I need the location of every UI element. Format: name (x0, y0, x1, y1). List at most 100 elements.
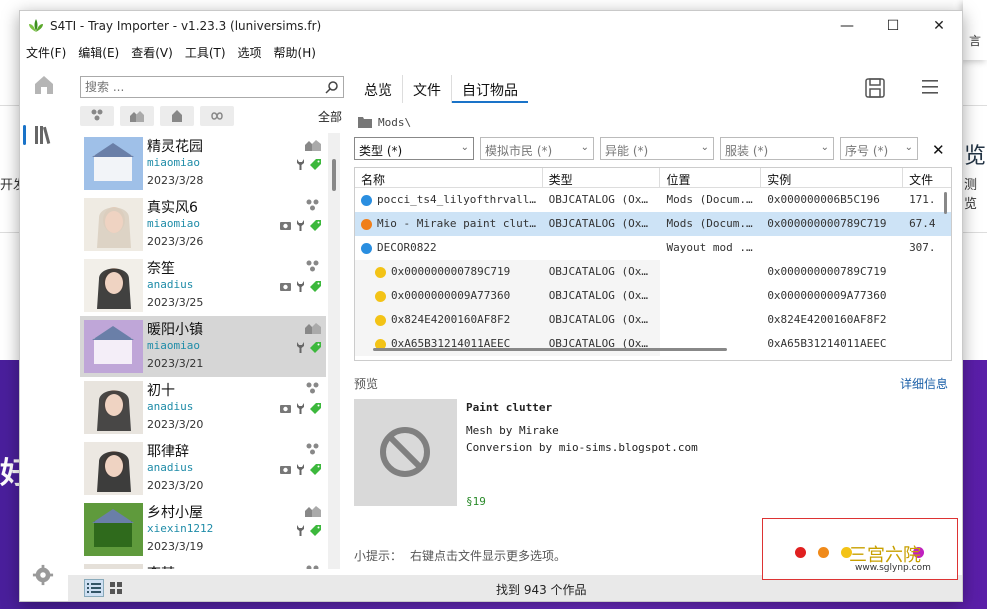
watermark: 三宫六院 www.sglynp.com (762, 518, 958, 580)
filter-all-label[interactable]: 全部 (318, 108, 342, 125)
close-button[interactable]: ✕ (916, 11, 962, 41)
tray-item[interactable]: 真实风6 miaomiao 2023/3/26 (80, 194, 326, 255)
table-row[interactable]: 0x0000000009A77360 OBJCATALOG (Ox... 0x000… (355, 284, 951, 308)
tray-item-name: 耶律辞 (147, 444, 189, 460)
search-icon[interactable] (325, 80, 339, 94)
clear-filters-close-icon[interactable]: ✕ (932, 141, 945, 159)
menu-help[interactable]: 帮助(H) (268, 41, 322, 63)
tab-custom-content[interactable]: 自订物品 (452, 75, 528, 103)
tray-item[interactable]: 奈笙 anadius 2023/3/25 (80, 255, 326, 316)
tray-item-badges (294, 157, 322, 171)
filter-infinity-button[interactable] (200, 106, 234, 126)
minimize-button[interactable]: — (824, 11, 870, 41)
filter-room-button[interactable] (160, 106, 194, 126)
list-view-button[interactable] (84, 579, 104, 597)
tray-item-author: anadius (147, 400, 194, 413)
column-header-location[interactable]: 位置 (660, 168, 762, 187)
index-filter-select[interactable]: 序号 (*) ⌄ (840, 137, 918, 160)
cell-location: Wayout mod ... (666, 241, 760, 254)
menu-options[interactable]: 选项 (232, 41, 268, 63)
tray-item-name: 李某 (147, 563, 175, 569)
preview-image (354, 399, 457, 506)
type-filter-select[interactable]: 类型 (*) ⌄ (354, 137, 474, 160)
cell-instance (761, 236, 903, 260)
tray-item-badges (279, 462, 322, 476)
chevron-down-icon: ⌄ (700, 142, 709, 153)
filter-household-button[interactable] (80, 106, 114, 126)
tray-list-scroll-thumb[interactable] (332, 159, 336, 191)
table-horizontal-scrollbar[interactable] (373, 348, 727, 351)
menu-edit[interactable]: 编辑(E) (72, 41, 125, 63)
save-icon[interactable] (864, 77, 886, 99)
filter-lot-button[interactable] (120, 106, 154, 126)
details-link[interactable]: 详细信息 (900, 375, 948, 392)
menu-view[interactable]: 查看(V) (125, 41, 179, 63)
tray-list-scrollbar[interactable] (328, 133, 340, 569)
cell-file (903, 332, 951, 356)
table-vertical-scrollbar[interactable] (944, 192, 947, 214)
title-bar[interactable]: S4TI - Tray Importer - v1.23.3 (lunivers… (20, 11, 962, 41)
custom-content-filters: 类型 (*) ⌄ 模拟市民 (*) ⌄ 异能 (*) ⌄ 服装 (*) ⌄ 序号 (*)… (354, 137, 918, 161)
settings-gear-icon[interactable] (32, 564, 54, 586)
tray-item[interactable]: 李某 (80, 560, 326, 569)
column-header-type[interactable]: 类型 (543, 168, 661, 187)
lot-icon (305, 323, 321, 334)
sim-filter-value: 模拟市民 (*) (485, 144, 553, 158)
library-icon[interactable] (32, 123, 56, 147)
tray-item-badges (294, 523, 322, 537)
search-input[interactable] (81, 77, 311, 97)
table-row[interactable]: DECOR0822 Wayout mod ... 307. (355, 236, 951, 260)
household-icon (306, 260, 319, 272)
cell-file (903, 284, 951, 308)
table-row[interactable]: Mio - Mirake paint clutter OBJCATALOG (Ox… (355, 212, 951, 236)
tray-filter-bar (80, 106, 234, 126)
tray-item-date: 2023/3/20 (147, 418, 204, 431)
column-header-file[interactable]: 文件 (903, 168, 951, 187)
tray-item[interactable]: 精灵花园 miaomiao 2023/3/28 (80, 133, 326, 194)
tab-files[interactable]: 文件 (403, 75, 452, 103)
tray-item-author: miaomiao (147, 156, 200, 169)
menu-tools[interactable]: 工具(T) (179, 41, 232, 63)
cell-instance: 0x000000000789C719 (767, 265, 887, 278)
table-row[interactable]: 0x000000000789C719 OBJCATALOG (Ox... 0x000… (355, 260, 951, 284)
status-dot-icon (375, 290, 386, 302)
tray-item-name: 奈笙 (147, 261, 175, 277)
cell-instance: 0x0000000009A77360 (767, 289, 887, 302)
tray-item[interactable]: 暖阳小镇 miaomiao 2023/3/21 (80, 316, 326, 377)
hamburger-menu-icon[interactable] (920, 77, 940, 97)
tray-item-badges (294, 340, 322, 354)
cell-name: 0x824E4200160AF8F2 (355, 308, 543, 332)
table-header: 名称 类型 位置 实例 文件 (355, 168, 951, 188)
table-row[interactable]: pocci_ts4_lilyofthrvall... OBJCATALOG (Ox… (355, 188, 951, 212)
household-icon (91, 109, 103, 121)
no-preview-icon (380, 427, 430, 477)
table-row[interactable]: 0x824E4200160AF8F2 OBJCATALOG (Ox... 0x824… (355, 308, 951, 332)
wrench-icon (297, 524, 304, 536)
anomaly-filter-value: 异能 (*) (605, 144, 649, 158)
sim-filter-select[interactable]: 模拟市民 (*) ⌄ (480, 137, 594, 160)
menu-file[interactable]: 文件(F) (20, 41, 72, 63)
outfit-filter-select[interactable]: 服装 (*) ⌄ (720, 137, 834, 160)
column-header-name[interactable]: 名称 (355, 168, 543, 187)
detail-pane: 总览 文件 自订物品 Mods\ 类型 (*) ⌄ 模拟市民 (*) ⌄ 异能 … (354, 63, 962, 575)
tray-item[interactable]: 乡村小屋 xiexin1212 2023/3/19 (80, 499, 326, 560)
wrench-icon (297, 219, 304, 231)
column-header-instance[interactable]: 实例 (761, 168, 904, 187)
tip-text: 右键点击文件显示更多选项。 (410, 549, 567, 563)
table-body: pocci_ts4_lilyofthrvall... OBJCATALOG (Ox… (355, 188, 951, 356)
tray-item-author: xiexin1212 (147, 522, 214, 535)
tab-overview[interactable]: 总览 (354, 75, 403, 103)
tray-list-pane: 全部 精灵花园miaomiao2023/3/28真实风6miaomiao2023… (76, 73, 346, 569)
tray-item[interactable]: 耶律辞 anadius 2023/3/20 (80, 438, 326, 499)
anomaly-filter-select[interactable]: 异能 (*) ⌄ (600, 137, 714, 160)
outfit-filter-value: 服装 (*) (725, 144, 769, 158)
maximize-button[interactable]: ☐ (870, 11, 916, 41)
table-row[interactable]: 0xA65B31214011AEEC OBJCATALOG (Ox... 0xA65… (355, 332, 951, 356)
cell-type: OBJCATALOG (Ox... (548, 193, 661, 206)
tray-item[interactable]: 初十 anadius 2023/3/20 (80, 377, 326, 438)
grid-view-button[interactable] (106, 579, 126, 597)
cell-type (543, 236, 661, 260)
cell-name-text: 0x000000000789C719 (391, 265, 511, 278)
home-icon[interactable] (32, 73, 56, 97)
tray-thumbnail (84, 320, 143, 373)
